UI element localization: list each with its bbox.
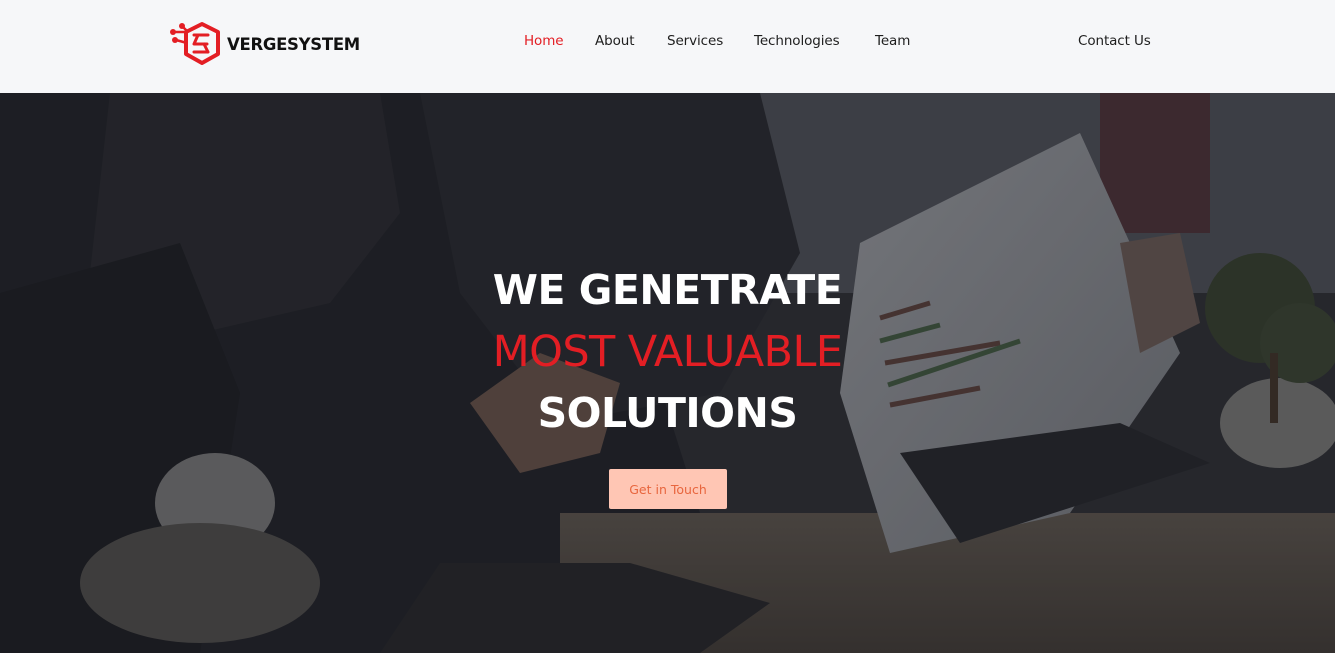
hero-heading-line-1: WE GENETRATE — [492, 266, 843, 314]
nav-item-home[interactable]: Home — [524, 33, 564, 49]
hero-heading-line-2: MOST VALUABLE — [492, 327, 843, 377]
hero-section: WE GENETRATE MOST VALUABLE SOLUTIONS Get… — [0, 93, 1335, 653]
circuit-hexagon-logo-icon — [170, 22, 220, 65]
hero-heading-line-3: SOLUTIONS — [537, 389, 798, 437]
navbar: VERGESYSTEM Home About Services Technolo… — [0, 0, 1335, 93]
nav-contact-us[interactable]: Contact Us — [1078, 33, 1151, 49]
brand-name: VERGESYSTEM — [227, 34, 360, 54]
brand-logo[interactable]: VERGESYSTEM — [168, 20, 360, 68]
nav-item-about[interactable]: About — [595, 33, 635, 49]
nav-item-team[interactable]: Team — [875, 33, 910, 49]
get-in-touch-button[interactable]: Get in Touch — [609, 469, 727, 509]
nav-item-services[interactable]: Services — [667, 33, 723, 49]
nav-item-technologies[interactable]: Technologies — [754, 33, 840, 49]
